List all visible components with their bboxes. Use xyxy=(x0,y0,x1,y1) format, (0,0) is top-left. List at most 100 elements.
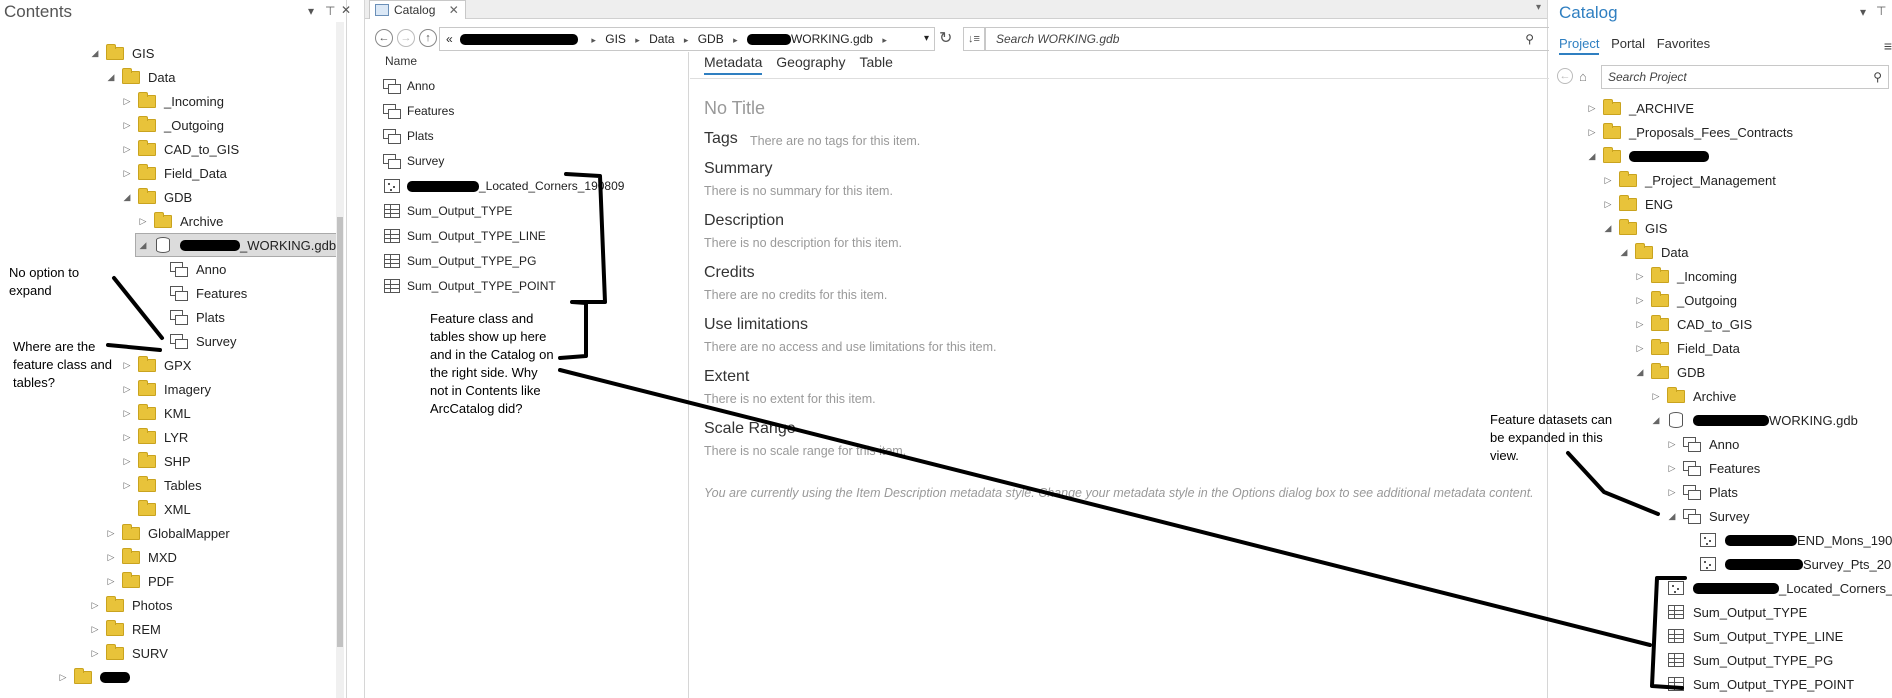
tree-item[interactable]: Sum_Output_TYPE_PG xyxy=(1649,649,1833,671)
expand-icon[interactable]: ▷ xyxy=(1649,391,1663,402)
expand-icon[interactable]: ▷ xyxy=(120,480,134,491)
tree-item[interactable]: ▷ xyxy=(56,666,130,688)
pin-icon[interactable]: ⊤ xyxy=(1876,4,1886,18)
tree-item[interactable]: ◢ xyxy=(1585,145,1709,167)
breadcrumb-gdb[interactable]: GDB xyxy=(698,32,724,46)
tree-item[interactable]: ◢ Data xyxy=(1617,241,1688,263)
scrollbar-thumb[interactable] xyxy=(337,217,343,647)
back-icon[interactable]: ← xyxy=(1557,68,1573,84)
tab-metadata[interactable]: Metadata xyxy=(704,54,763,75)
tree-item[interactable]: ▷ _ARCHIVE xyxy=(1585,97,1694,119)
tree-item[interactable]: ▷ KML xyxy=(120,402,191,424)
tree-item[interactable]: Sum_Output_TYPE_POINT xyxy=(1649,673,1854,695)
pane-menu-icon[interactable]: ▾ xyxy=(1860,5,1866,19)
collapse-icon[interactable]: ◢ xyxy=(1665,511,1679,522)
catalog-view-tab[interactable]: Catalog ✕ xyxy=(369,0,466,19)
tab-favorites[interactable]: Favorites xyxy=(1657,36,1710,53)
collapse-icon[interactable]: ◢ xyxy=(88,48,102,59)
tree-item[interactable]: XML xyxy=(120,498,191,520)
tree-item[interactable]: ▷ _Outgoing xyxy=(120,114,224,136)
pin-icon[interactable]: ⊤ xyxy=(325,4,335,18)
list-item[interactable]: Sum_Output_TYPE_LINE xyxy=(383,225,546,247)
tab-close-icon[interactable]: ✕ xyxy=(449,3,459,17)
tree-item[interactable]: ◢ WORKING.gdb xyxy=(1649,409,1858,431)
collapse-icon[interactable]: ◢ xyxy=(1633,367,1647,378)
tree-item[interactable]: ▷ SURV xyxy=(88,642,168,664)
tab-project[interactable]: Project xyxy=(1559,36,1600,55)
tree-item[interactable]: END_Mons_190731 xyxy=(1681,529,1892,551)
tree-item[interactable]: ▷ Anno xyxy=(1665,433,1739,455)
refresh-icon[interactable]: ↻ xyxy=(939,28,952,48)
tree-item[interactable]: ▷ LYR xyxy=(120,426,188,448)
expand-icon[interactable]: ▷ xyxy=(120,120,134,131)
back-icon[interactable]: ← xyxy=(375,29,393,47)
tree-item[interactable]: ▷ ENG xyxy=(1601,193,1673,215)
home-icon[interactable]: ⌂ xyxy=(1579,69,1587,84)
list-item[interactable]: Plats xyxy=(383,125,434,147)
tree-item[interactable]: ▷ _Outgoing xyxy=(1633,289,1737,311)
tree-item[interactable]: Survey_Pts_2019_06 xyxy=(1681,553,1892,575)
tree-item[interactable]: ◢ Data xyxy=(104,66,175,88)
tree-item[interactable]: ▷ Archive xyxy=(1649,385,1736,407)
expand-icon[interactable]: ▷ xyxy=(120,432,134,443)
tree-item[interactable]: ▷ _Incoming xyxy=(1633,265,1737,287)
tree-item[interactable]: ▷ Field_Data xyxy=(1633,337,1740,359)
collapse-icon[interactable]: ◢ xyxy=(1617,247,1631,258)
collapse-icon[interactable]: ◢ xyxy=(1649,415,1663,426)
tree-item[interactable]: ◢ GIS xyxy=(88,42,154,64)
tree-item[interactable]: Anno xyxy=(152,258,226,280)
list-item[interactable]: Survey xyxy=(383,150,444,172)
expand-icon[interactable]: ▷ xyxy=(1665,463,1679,474)
expand-icon[interactable]: ▷ xyxy=(1633,319,1647,330)
search-icon[interactable]: ⚲ xyxy=(1873,66,1882,88)
breadcrumb-dropdown-icon[interactable]: ▾ xyxy=(924,28,929,50)
expand-icon[interactable]: ▷ xyxy=(120,168,134,179)
collapse-icon[interactable]: ◢ xyxy=(1601,223,1615,234)
tree-item[interactable]: ▷ Tables xyxy=(120,474,202,496)
tree-item[interactable]: ▷ _Project_Management xyxy=(1601,169,1776,191)
expand-icon[interactable]: ▷ xyxy=(88,648,102,659)
expand-icon[interactable]: ▷ xyxy=(1585,103,1599,114)
tree-item[interactable]: ▷ Features xyxy=(1665,457,1760,479)
expand-icon[interactable]: ▷ xyxy=(1601,199,1615,210)
expand-icon[interactable]: ▷ xyxy=(1665,487,1679,498)
tab-geography[interactable]: Geography xyxy=(776,54,845,73)
list-item[interactable]: Sum_Output_TYPE xyxy=(383,200,512,222)
list-item[interactable]: Features xyxy=(383,100,454,122)
tree-item[interactable]: Sum_Output_TYPE xyxy=(1649,601,1807,623)
tree-item[interactable]: ▷ CAD_to_GIS xyxy=(1633,313,1752,335)
list-item[interactable]: Sum_Output_TYPE_POINT xyxy=(383,275,556,297)
tree-item[interactable]: ◢ GDB xyxy=(120,186,192,208)
breadcrumb-gis[interactable]: GIS xyxy=(605,32,626,46)
expand-icon[interactable]: ▷ xyxy=(1665,439,1679,450)
tree-item[interactable]: ▷ MXD xyxy=(104,546,177,568)
collapse-icon[interactable]: ◢ xyxy=(104,72,118,83)
expand-icon[interactable]: ▷ xyxy=(104,528,118,539)
expand-icon[interactable]: ▷ xyxy=(88,624,102,635)
tree-item[interactable]: ▷ Field_Data xyxy=(120,162,227,184)
pane-menu-icon[interactable]: ▾ xyxy=(308,4,314,18)
breadcrumb-overflow[interactable]: « xyxy=(446,32,453,46)
expand-icon[interactable]: ▷ xyxy=(56,672,70,683)
catalog-search-input[interactable]: Search WORKING.gdb ⚲ xyxy=(985,27,1559,51)
tree-item[interactable]: _Located_Corners_190809 xyxy=(1649,577,1892,599)
expand-icon[interactable]: ▷ xyxy=(1633,343,1647,354)
expand-icon[interactable]: ▷ xyxy=(120,144,134,155)
expand-icon[interactable]: ▷ xyxy=(120,384,134,395)
name-column-header[interactable]: Name xyxy=(385,54,417,68)
tree-item[interactable]: ▷ REM xyxy=(88,618,161,640)
expand-icon[interactable]: ▷ xyxy=(104,576,118,587)
tab-portal[interactable]: Portal xyxy=(1611,36,1645,53)
expand-icon[interactable]: ▷ xyxy=(120,96,134,107)
breadcrumb[interactable]: « ▸ GIS ▸ Data ▸ GDB ▸ WORKING.gdb ▸ ▾ xyxy=(439,27,935,51)
sort-icon[interactable]: ↓≡ xyxy=(963,27,985,51)
tab-overflow-icon[interactable]: ▾ xyxy=(1536,2,1541,13)
tree-item[interactable]: Features xyxy=(152,282,247,304)
collapse-icon[interactable]: ◢ xyxy=(1585,151,1599,162)
expand-icon[interactable]: ▷ xyxy=(104,552,118,563)
expand-icon[interactable]: ▷ xyxy=(1585,127,1599,138)
tree-item[interactable]: ▷ SHP xyxy=(120,450,191,472)
tree-item[interactable]: ◢ GDB xyxy=(1633,361,1705,383)
tree-item[interactable]: ▷ CAD_to_GIS xyxy=(120,138,239,160)
list-item[interactable]: _Located_Corners_190809 xyxy=(383,175,624,197)
